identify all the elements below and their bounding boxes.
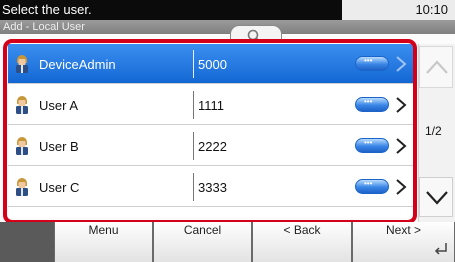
next-button-label: Next > [385,223,421,237]
user-row[interactable]: User B 2222 [8,126,414,166]
user-icon [16,137,28,155]
cancel-button-label: Cancel [183,223,222,237]
user-name: User A [39,98,79,113]
search-button[interactable] [230,25,282,43]
cancel-button[interactable]: Cancel [153,222,252,262]
header: Select the user. 10:10 Add - Local User [0,0,455,34]
chevron-right-icon [396,56,407,72]
back-button[interactable]: < Back [252,222,352,262]
user-name: DeviceAdmin [39,57,116,72]
chevron-right-icon [396,97,407,113]
scroll-up-button[interactable] [419,46,453,88]
detail-button[interactable] [355,56,389,71]
user-row[interactable]: User C 3333 [8,167,414,207]
column-separator [193,173,194,201]
user-list: DeviceAdmin5000User A1111User B2222User … [8,44,414,218]
user-row[interactable]: DeviceAdmin 5000 [8,44,414,84]
user-icon [16,96,28,114]
screen: Select the user. 10:10 Add - Local User … [0,0,455,262]
user-icon [16,178,28,196]
chevron-right-icon [396,138,407,154]
clock: 10:10 [415,2,448,17]
chevron-down-icon [426,191,448,205]
column-separator [193,132,194,160]
user-number: 1111 [198,98,225,113]
user-number: 5000 [198,57,227,72]
page-indicator: 1/2 [425,124,442,138]
detail-button[interactable] [355,179,389,194]
user-name: User B [39,139,79,154]
back-button-label: < Back [283,223,321,237]
search-icon [247,29,261,43]
detail-button[interactable] [355,97,389,112]
menu-button-label: Menu [88,223,119,237]
user-number: 3333 [198,180,227,195]
user-row[interactable]: User A 1111 [8,85,414,125]
detail-button[interactable] [355,138,389,153]
column-separator [193,50,194,78]
scroll-down-button[interactable] [419,177,453,217]
user-name: User C [39,180,80,195]
user-icon [16,55,28,73]
enter-icon [434,243,447,255]
menu-button[interactable]: Menu [54,222,153,262]
chevron-up-icon [426,60,448,74]
user-number: 2222 [198,139,227,154]
chevron-right-icon [396,179,407,195]
subtitle: Add - Local User [3,21,85,33]
prompt-text: Select the user. [2,2,92,17]
column-separator [193,91,194,119]
